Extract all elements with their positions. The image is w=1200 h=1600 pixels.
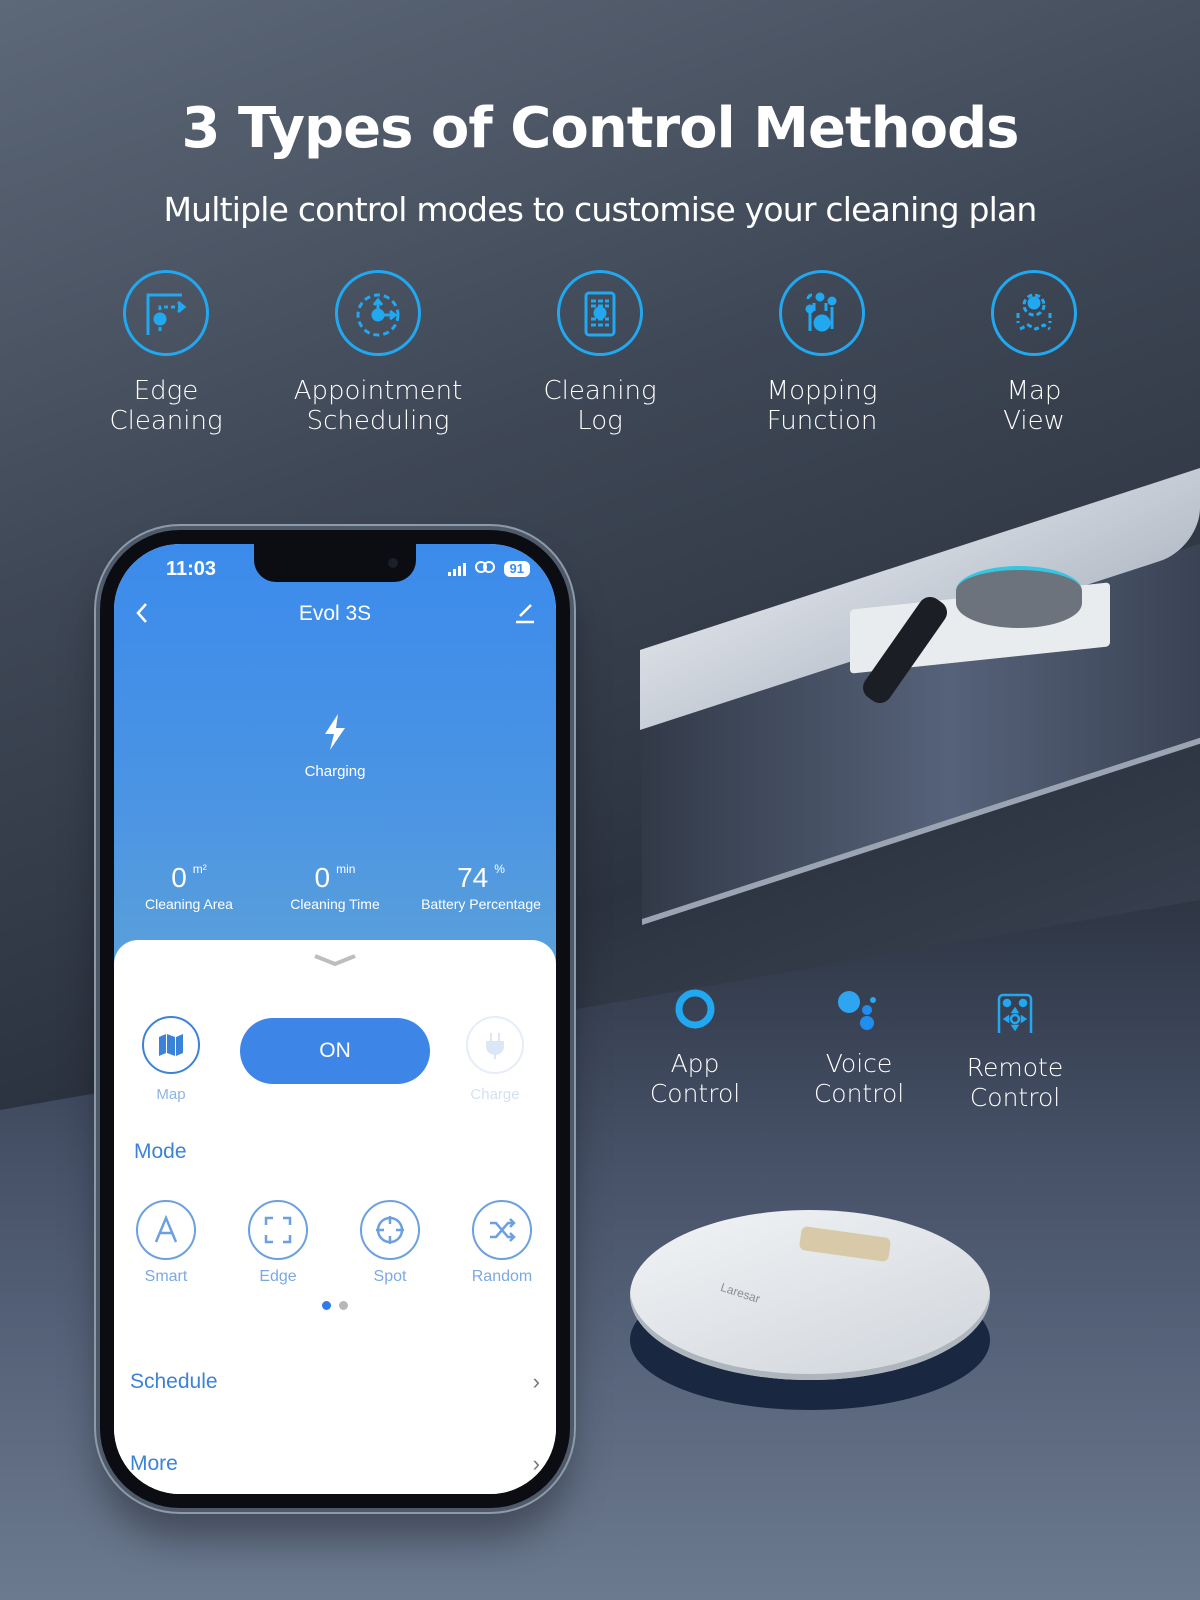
mode-label: Random bbox=[471, 1268, 533, 1285]
control-label: Remote Control bbox=[966, 1053, 1064, 1112]
control-methods: App Control Voice Control Remote Control bbox=[620, 985, 1100, 1125]
alexa-icon bbox=[620, 985, 770, 1035]
feature-mopping-function: Mopping Function bbox=[712, 270, 932, 436]
page-title: 3 Types of Control Methods bbox=[181, 96, 1020, 161]
schedule-row[interactable]: Schedule › bbox=[130, 1362, 540, 1402]
mode-label: Edge bbox=[259, 1268, 297, 1285]
feature-edge-cleaning: Edge Cleaning bbox=[56, 270, 276, 436]
feature-label: Edge Cleaning bbox=[109, 376, 223, 436]
stat-label: Battery Percentage bbox=[421, 896, 541, 912]
chevron-right-icon: › bbox=[532, 1369, 540, 1394]
stat-unit: % bbox=[494, 862, 505, 876]
mode-random[interactable]: Random bbox=[454, 1200, 550, 1286]
camera-dot bbox=[388, 558, 398, 568]
feature-label: Cleaning Log bbox=[543, 376, 657, 436]
feature-label: Mopping Function bbox=[766, 376, 878, 436]
page-subtitle: Multiple control modes to customise your… bbox=[163, 190, 1037, 229]
control-remote: Remote Control bbox=[940, 989, 1090, 1113]
charging-status: Charging bbox=[114, 712, 556, 780]
stat-value: 0 bbox=[171, 862, 187, 893]
status-label: Charging bbox=[304, 763, 366, 780]
stat-cleaning-time: 0 min Cleaning Time bbox=[265, 862, 405, 912]
map-button-label: Map bbox=[156, 1086, 186, 1103]
feature-list: Edge Cleaning Appointment Scheduling Cle… bbox=[0, 270, 1200, 450]
stat-label: Cleaning Time bbox=[290, 896, 380, 912]
edge-mode-icon bbox=[248, 1200, 308, 1260]
stat-cleaning-area: 0 m² Cleaning Area bbox=[119, 862, 259, 912]
mode-label: Spot bbox=[373, 1268, 407, 1285]
feature-label: Appointment Scheduling bbox=[293, 376, 463, 436]
map-view-icon bbox=[991, 270, 1077, 356]
device-name: Evol 3S bbox=[298, 602, 372, 625]
lightning-icon bbox=[320, 714, 350, 756]
robot-vacuum: Laresar bbox=[630, 1210, 990, 1410]
battery-indicator: 91 bbox=[503, 561, 530, 577]
map-button[interactable] bbox=[142, 1016, 200, 1074]
feature-cleaning-log: Cleaning Log bbox=[490, 270, 710, 436]
spot-mode-icon bbox=[360, 1200, 420, 1260]
more-label: More bbox=[130, 1452, 178, 1475]
remote-control-icon bbox=[940, 989, 1090, 1039]
status-icons: 91 bbox=[447, 560, 530, 578]
control-label: App Control bbox=[649, 1049, 741, 1108]
side-table-scene bbox=[640, 468, 1200, 940]
stat-value: 74 bbox=[457, 862, 489, 893]
collapse-chevron-icon[interactable] bbox=[311, 950, 359, 970]
mode-label: Smart bbox=[144, 1268, 188, 1285]
mopping-function-icon bbox=[779, 270, 865, 356]
smart-speaker bbox=[956, 566, 1082, 628]
feature-appointment-scheduling: Appointment Scheduling bbox=[268, 270, 488, 436]
cleaning-log-icon bbox=[557, 270, 643, 356]
mode-spot[interactable]: Spot bbox=[342, 1200, 438, 1286]
charge-button-label: Charge bbox=[470, 1086, 520, 1103]
appointment-scheduling-icon bbox=[335, 270, 421, 356]
mode-section-title: Mode bbox=[134, 1140, 187, 1163]
mode-smart[interactable]: Smart bbox=[118, 1200, 214, 1286]
chevron-right-icon: › bbox=[532, 1451, 540, 1476]
smart-mode-icon bbox=[136, 1200, 196, 1260]
stat-value: 0 bbox=[314, 862, 331, 893]
stat-battery: 74% Battery Percentage bbox=[411, 862, 551, 912]
google-assistant-icon bbox=[784, 985, 934, 1035]
control-label: Voice Control bbox=[813, 1049, 905, 1108]
phone-mockup: 11:03 91 Evol 3S Charging 0 m² Cleaning … bbox=[100, 530, 570, 1508]
edge-cleaning-icon bbox=[123, 270, 209, 356]
map-icon bbox=[159, 1034, 183, 1056]
app-screen: 11:03 91 Evol 3S Charging 0 m² Cleaning … bbox=[114, 544, 556, 1494]
more-row[interactable]: More › bbox=[130, 1444, 540, 1484]
plug-icon bbox=[486, 1033, 504, 1059]
mode-list: Smart Edge Spot Random bbox=[114, 1200, 556, 1300]
hotspot-icon bbox=[474, 560, 496, 578]
signal-icon bbox=[447, 562, 466, 576]
phone-notch bbox=[254, 544, 416, 582]
stat-label: Cleaning Area bbox=[145, 896, 233, 912]
page-indicator[interactable] bbox=[322, 1301, 348, 1310]
control-voice: Voice Control bbox=[784, 985, 934, 1109]
device-header: 11:03 91 Evol 3S Charging 0 m² Cleaning … bbox=[114, 544, 556, 964]
feature-label: Map View bbox=[1003, 376, 1065, 436]
page-dot-active[interactable] bbox=[322, 1301, 331, 1310]
random-mode-icon bbox=[472, 1200, 532, 1260]
control-sheet: Map Charge ON Mode Smart Edge Spot Rando… bbox=[114, 940, 556, 1494]
charge-button[interactable] bbox=[466, 1016, 524, 1074]
stats-row: 0 m² Cleaning Area 0 min Cleaning Time 74%… bbox=[114, 862, 556, 912]
stat-unit: m² bbox=[192, 862, 207, 876]
status-time: 11:03 bbox=[166, 558, 217, 580]
feature-map-view: Map View bbox=[924, 270, 1144, 436]
control-app: App Control bbox=[620, 985, 770, 1109]
mode-edge[interactable]: Edge bbox=[230, 1200, 326, 1286]
edit-icon[interactable] bbox=[514, 602, 536, 629]
schedule-label: Schedule bbox=[130, 1370, 218, 1393]
page-dot[interactable] bbox=[339, 1301, 348, 1310]
power-on-button[interactable]: ON bbox=[240, 1018, 430, 1084]
stat-unit: min bbox=[336, 862, 356, 876]
